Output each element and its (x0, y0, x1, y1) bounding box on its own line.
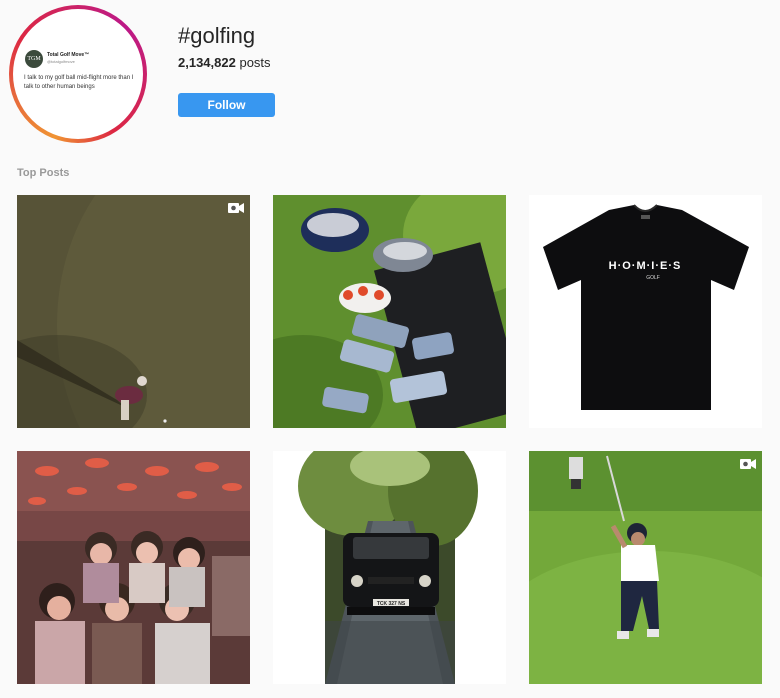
shirt-text: H·O·M·I·E·S (609, 260, 682, 272)
video-icon (228, 202, 244, 214)
post-count-label: posts (239, 55, 271, 70)
post-tile-1[interactable] (17, 195, 250, 428)
post-tile-4[interactable] (17, 451, 250, 684)
avatar-tweet-image: TGM Total Golf Move™ @totalgolfmove I ta… (13, 9, 143, 139)
follow-button[interactable]: Follow (178, 93, 275, 117)
top-posts-label: Top Posts (17, 167, 70, 179)
post-tile-6[interactable] (529, 451, 762, 684)
hashtag-title: #golfing (178, 23, 256, 48)
hashtag-avatar[interactable]: TGM Total Golf Move™ @totalgolfmove I ta… (9, 5, 147, 143)
post-count: 2,134,822 posts (178, 55, 271, 70)
post-image-golfer-swing (529, 451, 762, 684)
carousel-icon (488, 458, 500, 470)
account-handle: @totalgolfmove (47, 59, 75, 64)
post-image-black-car: TCK 327 NS (273, 451, 506, 684)
post-image-homies-tshirt: H·O·M·I·E·S GOLF (529, 195, 762, 428)
post-tile-2[interactable] (273, 195, 506, 428)
account-logo: TGM (25, 50, 43, 68)
post-tile-5[interactable]: TCK 327 NS (273, 451, 506, 684)
post-tile-3[interactable]: H·O·M·I·E·S GOLF (529, 195, 762, 428)
license-plate: TCK 327 NS (377, 601, 406, 607)
video-icon (740, 458, 756, 470)
shirt-subtext: GOLF (646, 275, 660, 281)
post-image-aerial-golfer (17, 195, 250, 428)
post-image-golf-clubs (273, 195, 506, 428)
account-name: Total Golf Move™ (47, 52, 90, 58)
avatar-quote: I talk to my golf ball mid-flight more t… (24, 75, 134, 90)
post-count-number: 2,134,822 (178, 55, 236, 70)
post-image-group-photo (17, 451, 250, 684)
